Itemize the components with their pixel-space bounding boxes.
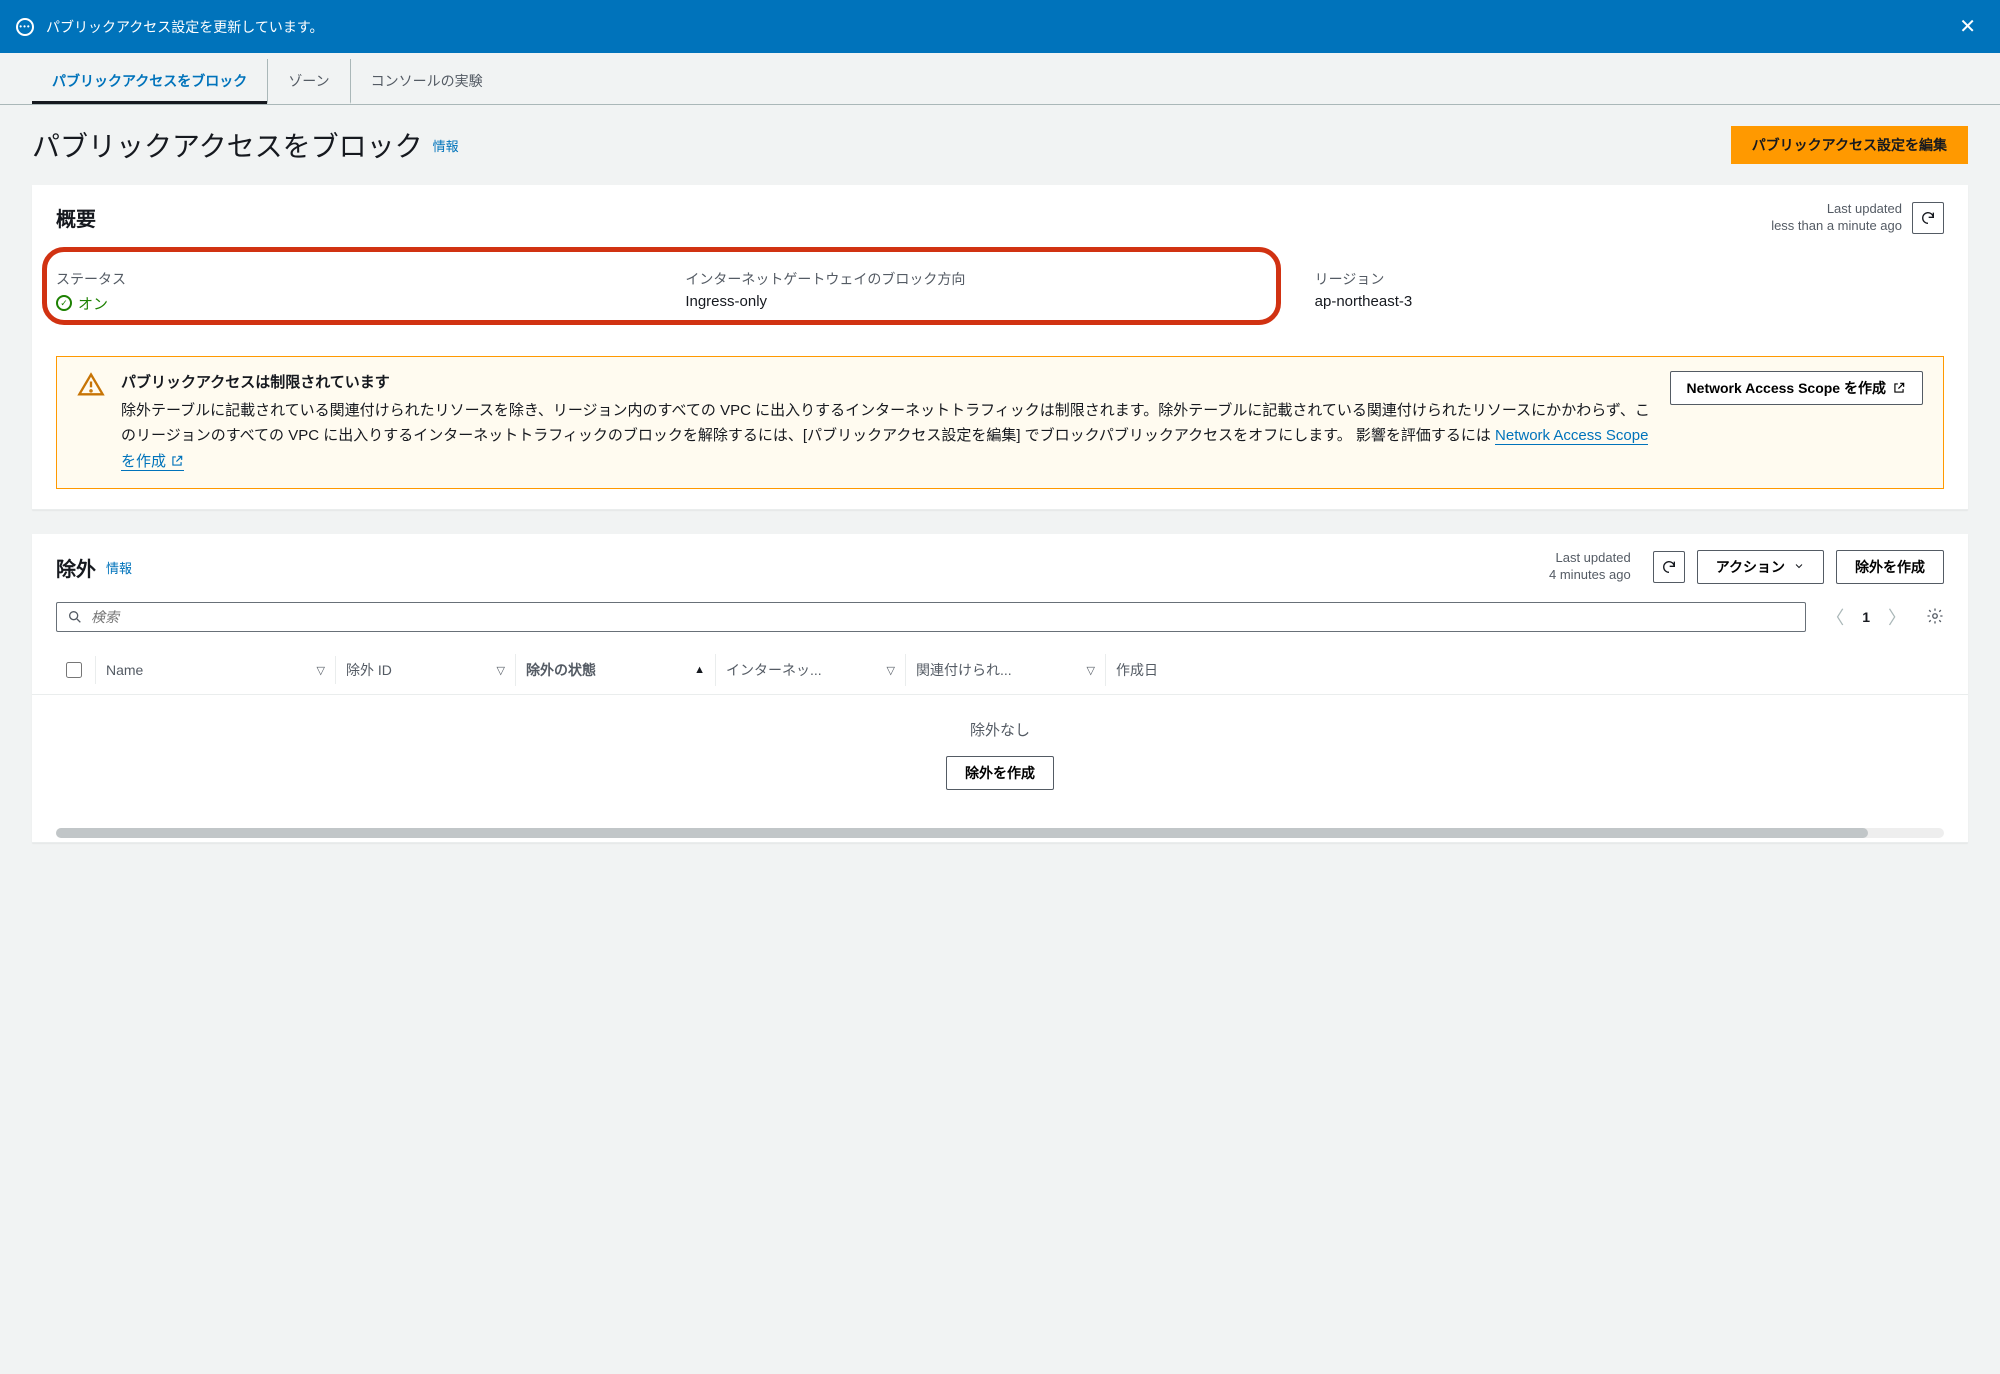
page-header: パブリックアクセスをブロック 情報 パブリックアクセス設定を編集 [0,105,2000,185]
search-icon [67,609,83,625]
chevron-down-icon [1793,559,1805,575]
status-label: ステータス [56,269,685,289]
page-number: 1 [1862,609,1870,625]
column-exclusion-id[interactable]: 除外 ID▽ [336,654,516,686]
refresh-icon [1661,559,1677,575]
column-internet-gateway[interactable]: インターネッ...▽ [716,654,906,686]
exclusions-info-link[interactable]: 情報 [106,558,132,577]
empty-text: 除外なし [32,719,1968,740]
check-icon: ✓ [56,295,72,311]
warning-icon [77,371,105,402]
refresh-icon [1920,210,1936,226]
tab-block-public-access[interactable]: パブリックアクセスをブロック [32,59,267,104]
external-link-icon [1892,380,1906,396]
pagination: 〈 1 〉 [1822,600,1910,634]
column-associated[interactable]: 関連付けられ...▽ [906,654,1106,686]
exclusions-refresh-button[interactable] [1653,551,1685,583]
exclusions-last-updated: Last updated 4 minutes ago [1549,550,1631,584]
table-header: Name▽ 除外 ID▽ 除外の状態▲ インターネッ...▽ 関連付けられ...… [32,646,1968,695]
alert-title: パブリックアクセスは制限されています [121,371,1654,392]
column-exclusion-state[interactable]: 除外の状態▲ [516,654,716,686]
close-icon[interactable]: ✕ [1951,10,1984,43]
empty-state: 除外なし 除外を作成 [32,695,1968,824]
next-page-button[interactable]: 〉 [1884,600,1910,634]
flash-banner: パブリックアクセス設定を更新しています。 ✕ [0,0,2000,53]
warning-alert: パブリックアクセスは制限されています 除外テーブルに記載されている関連付けられた… [56,356,1944,490]
external-link-icon [170,449,184,475]
create-exclusion-button[interactable]: 除外を作成 [1836,550,1944,584]
edit-settings-button[interactable]: パブリックアクセス設定を編集 [1731,126,1968,164]
direction-label: インターネットゲートウェイのブロック方向 [685,269,1314,289]
summary-last-updated: Last updated less than a minute ago [1771,201,1902,235]
alert-text: 除外テーブルに記載されている関連付けられたリソースを除き、リージョン内のすべての… [121,398,1654,475]
empty-create-exclusion-button[interactable]: 除外を作成 [946,756,1054,790]
tab-zones[interactable]: ゾーン [267,59,349,104]
exclusions-title: 除外 [56,553,96,582]
horizontal-scrollbar[interactable] [56,828,1944,838]
flash-message: パブリックアクセス設定を更新しています。 [46,17,323,37]
region-value: ap-northeast-3 [1315,293,1944,310]
summary-title: 概要 [56,203,96,232]
settings-button[interactable] [1926,607,1944,628]
info-link[interactable]: 情報 [433,136,459,155]
direction-value: Ingress-only [685,293,1314,310]
actions-dropdown[interactable]: アクション [1697,550,1824,584]
column-name[interactable]: Name▽ [96,656,336,684]
page-title: パブリックアクセスをブロック [32,125,423,165]
column-created-date[interactable]: 作成日 [1106,654,1944,686]
loading-icon [16,18,34,36]
summary-definitions: ステータス ✓ オン インターネットゲートウェイのブロック方向 Ingress-… [32,251,1968,356]
summary-panel: 概要 Last updated less than a minute ago ス… [32,185,1968,510]
tab-bar: パブリックアクセスをブロック ゾーン コンソールの実験 [0,53,2000,105]
region-label: リージョン [1315,269,1944,289]
select-all-checkbox[interactable] [66,662,82,678]
search-box[interactable] [56,602,1806,632]
create-network-access-scope-button[interactable]: Network Access Scope を作成 [1670,371,1923,405]
refresh-button[interactable] [1912,202,1944,234]
search-input[interactable] [91,609,1795,625]
status-value: ✓ オン [56,293,108,314]
tab-console-experiments[interactable]: コンソールの実験 [350,59,503,104]
prev-page-button[interactable]: 〈 [1822,600,1848,634]
exclusions-panel: 除外 情報 Last updated 4 minutes ago アクション 除… [32,534,1968,843]
gear-icon [1926,607,1944,625]
